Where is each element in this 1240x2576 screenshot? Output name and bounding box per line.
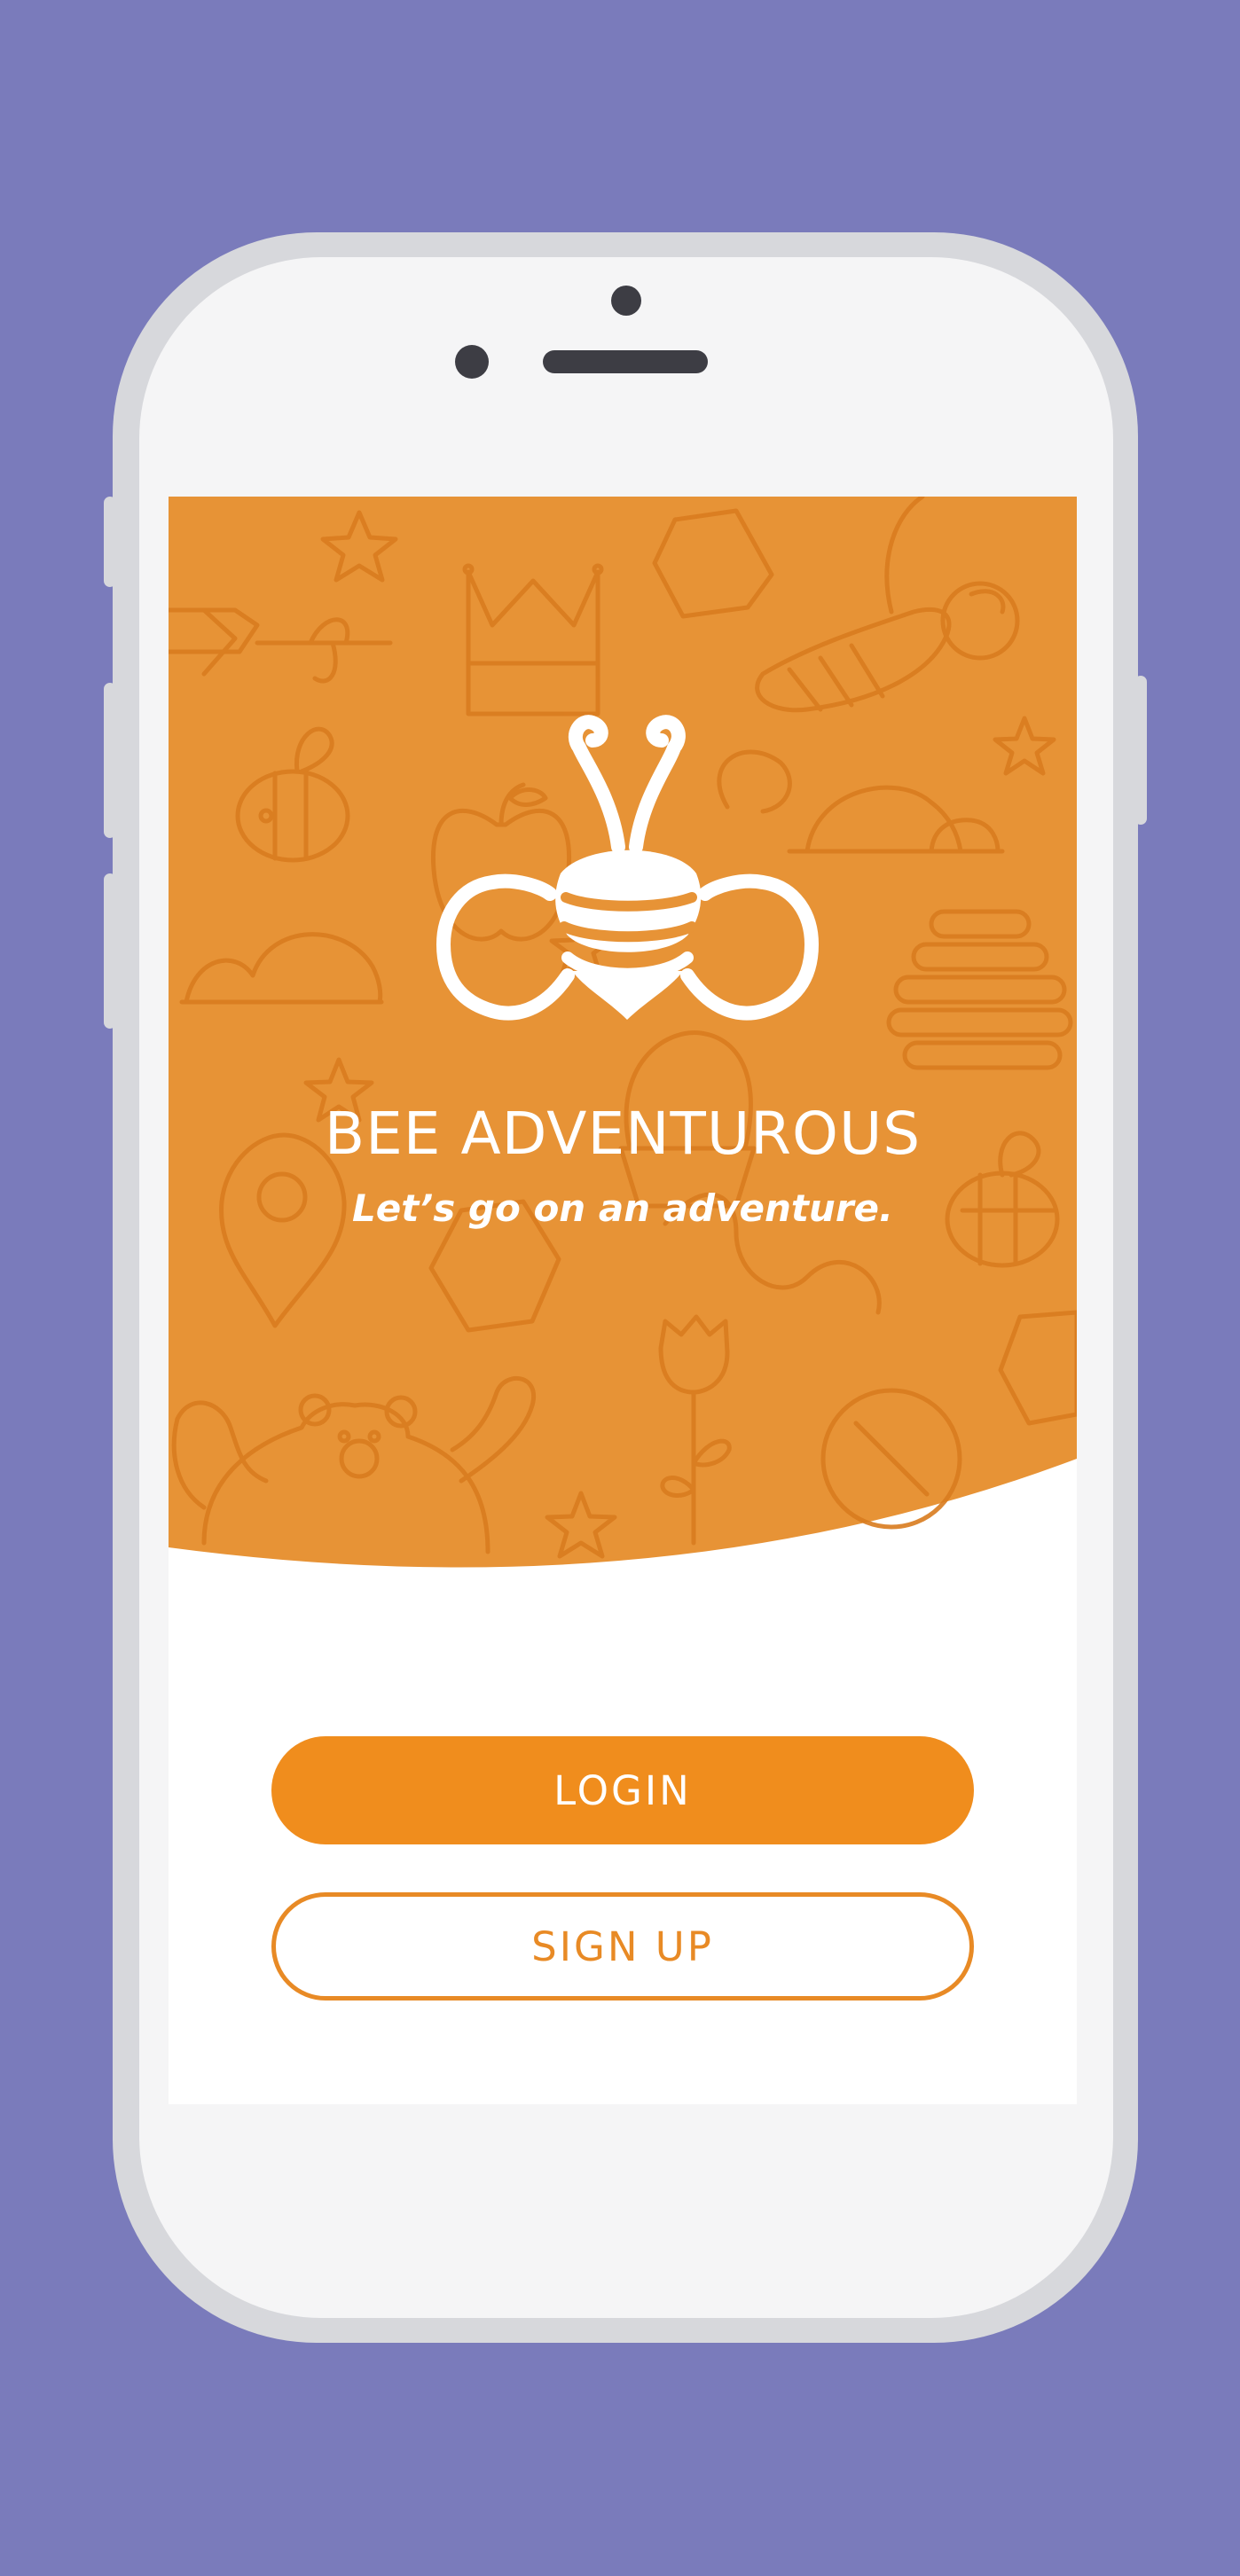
phone-side-button-mute <box>104 497 116 587</box>
app-tagline: Let’s go on an adventure. <box>352 1186 893 1230</box>
hero-background <box>169 497 1077 1568</box>
earpiece-speaker-icon <box>543 350 708 373</box>
device-mockup-stage: BEE ADVENTUROUS Let’s go on an adventure… <box>0 0 1240 2576</box>
signup-button[interactable]: SIGN UP <box>271 1892 974 2001</box>
phone-side-button-volume-up <box>104 683 116 838</box>
app-title: BEE ADVENTUROUS <box>324 1100 922 1168</box>
app-screen: BEE ADVENTUROUS Let’s go on an adventure… <box>169 497 1077 2104</box>
front-camera-icon <box>611 286 641 316</box>
login-button[interactable]: LOGIN <box>271 1736 974 1844</box>
phone-side-button-volume-down <box>104 873 116 1029</box>
proximity-sensor-icon <box>455 345 489 379</box>
phone-side-button-power <box>1134 676 1147 825</box>
hero-banner <box>169 497 1077 1568</box>
